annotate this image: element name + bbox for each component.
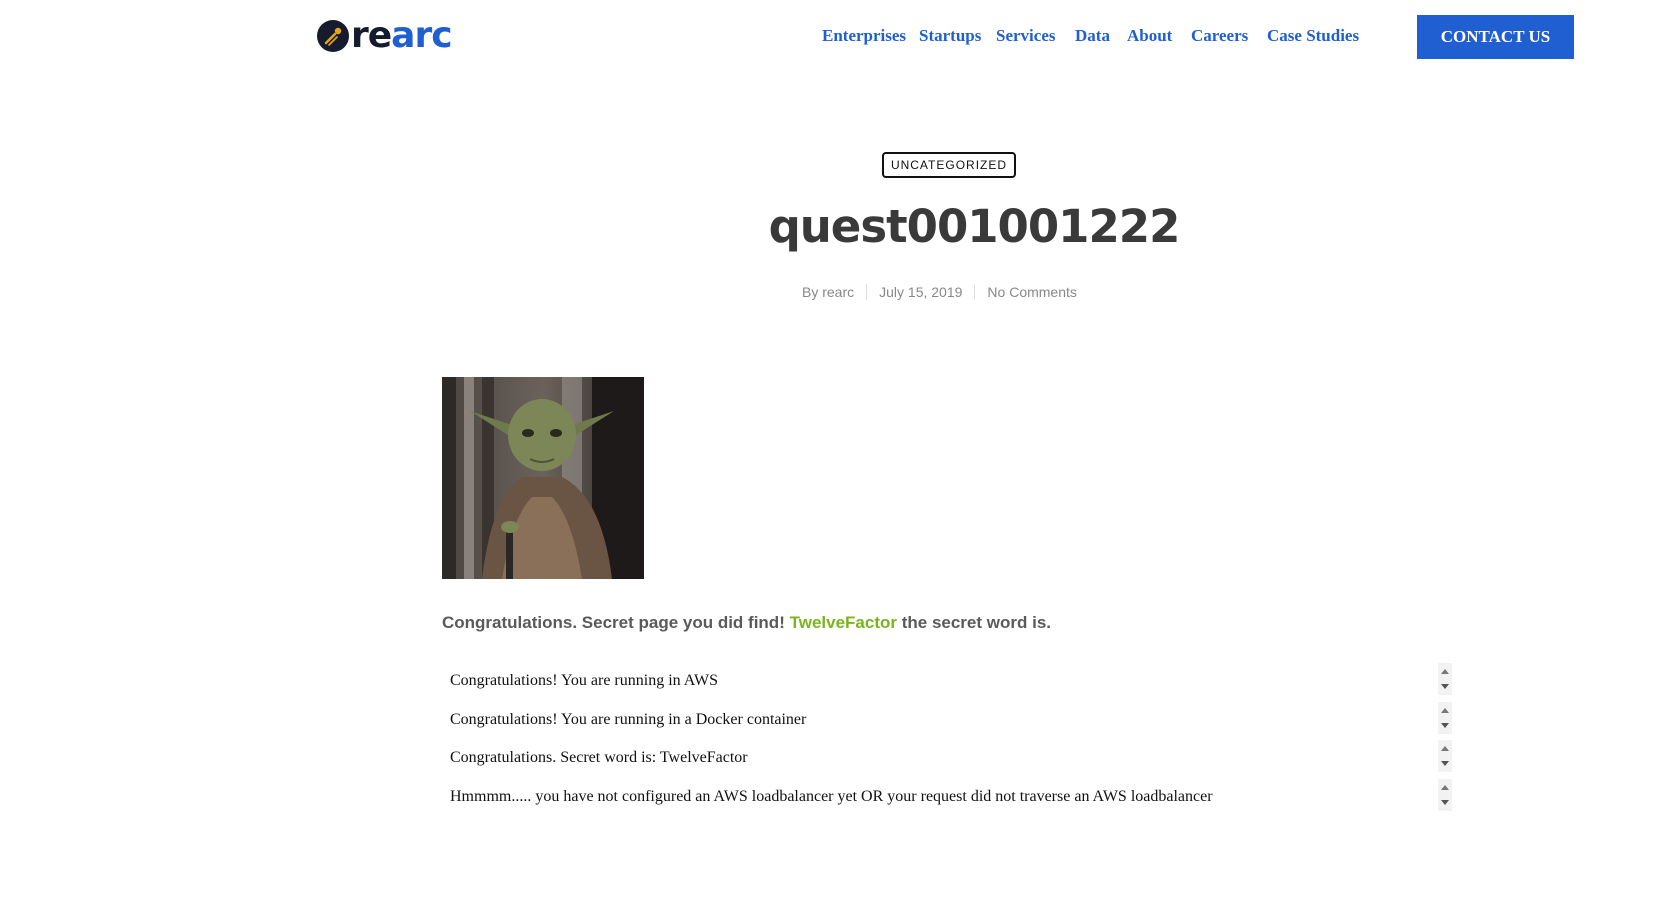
scroll-down-icon[interactable] [1441, 722, 1449, 728]
nav-startups[interactable]: Startups [919, 24, 981, 48]
logo-wordmark-re: re [351, 15, 392, 56]
scroll-down-icon[interactable] [1441, 761, 1449, 766]
secret-message-before: Congratulations. Secret page you did fin… [442, 613, 785, 632]
status-frame: Congratulations. Secret word is: TwelveF… [442, 739, 1452, 778]
secret-message: Congratulations. Secret page you did fin… [442, 613, 1051, 633]
frame-scrollbar[interactable] [1438, 740, 1452, 772]
yoda-image [442, 377, 644, 579]
status-frame: Congratulations! You are running in a Do… [442, 701, 1452, 740]
post-author[interactable]: By rearc [802, 284, 854, 300]
scroll-up-icon[interactable] [1441, 707, 1449, 713]
meta-divider [866, 284, 868, 300]
scroll-up-icon[interactable] [1441, 669, 1449, 674]
frame-scrollbar[interactable] [1438, 663, 1452, 695]
post-title: quest001001222 [768, 200, 1181, 253]
logo-wordmark: rearc [351, 15, 453, 56]
scroll-up-icon[interactable] [1441, 746, 1449, 751]
rearc-logo[interactable]: rearc [317, 15, 453, 56]
frame-scrollbar[interactable] [1438, 701, 1452, 734]
frame-docker-text: Congratulations! You are running in a Do… [450, 710, 807, 728]
nav-careers[interactable]: Careers [1191, 24, 1248, 48]
post-comments[interactable]: No Comments [987, 284, 1076, 300]
post-meta: By rearc July 15, 2019 No Comments [802, 284, 1077, 300]
site-header: rearc Enterprises Startups Services Data… [0, 0, 1668, 76]
nav-about[interactable]: About [1127, 24, 1172, 48]
post-date[interactable]: July 15, 2019 [879, 284, 962, 300]
secret-message-after: the secret word is. [901, 613, 1051, 632]
frame-scrollbar[interactable] [1438, 778, 1452, 811]
scroll-down-icon[interactable] [1441, 799, 1449, 805]
nav-case-studies[interactable]: Case Studies [1267, 24, 1359, 48]
meta-divider [974, 284, 976, 300]
status-frame: Hmmmm..... you have not configured an AW… [442, 778, 1452, 817]
frame-loadbalancer-text: Hmmmm..... you have not configured an AW… [450, 787, 1213, 805]
logo-wordmark-arc: arc [391, 15, 452, 56]
scroll-down-icon[interactable] [1441, 684, 1449, 689]
secret-word-link[interactable]: TwelveFactor [790, 613, 897, 632]
logo-mark-icon [317, 20, 349, 52]
frame-secret-text: Congratulations. Secret word is: TwelveF… [450, 749, 748, 766]
frame-aws-text: Congratulations! You are running in AWS [450, 672, 719, 689]
status-frames: Congratulations! You are running in AWS … [442, 662, 1452, 816]
scroll-up-icon[interactable] [1441, 784, 1449, 790]
status-frame: Congratulations! You are running in AWS [442, 662, 1452, 701]
contact-us-button[interactable]: CONTACT US [1417, 15, 1574, 59]
nav-enterprises[interactable]: Enterprises [822, 24, 906, 48]
nav-services[interactable]: Services [996, 24, 1055, 48]
category-badge[interactable]: UNCATEGORIZED [882, 152, 1016, 178]
nav-data[interactable]: Data [1075, 24, 1110, 48]
